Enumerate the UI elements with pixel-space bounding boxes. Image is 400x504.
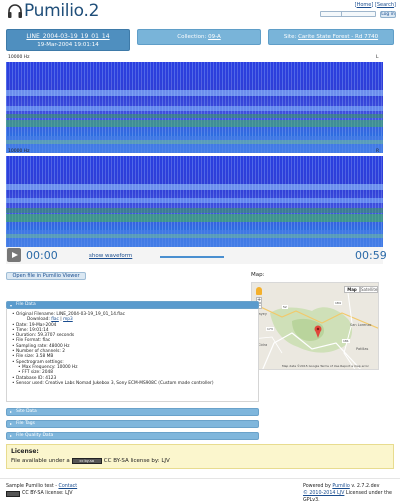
license-text-before: File available under a [11,458,70,464]
site-prefix: Site: [283,34,299,40]
total-time: 00:59 [355,249,387,262]
file-tags-title: File Tags [16,421,35,426]
license-title: License: [11,448,39,455]
map-road-label: 52 [282,305,288,309]
download-mp3-link[interactable]: mp3 [63,317,73,322]
version-text: v. 2.7.2.dev [349,484,380,489]
map-place-label: Cidra [258,343,268,347]
home-link[interactable]: Home [357,2,372,8]
playback-progress-bar[interactable] [160,256,224,258]
file-quality-header[interactable]: File Quality Data [6,432,259,440]
app-logo[interactable]: Pumilio.2 [7,2,99,20]
footer-divider [0,478,400,479]
chevron-right-icon [10,423,12,425]
file-data-panel: Original Filename: LINE_2004-03-19_19_01… [6,309,259,402]
open-viewer-button[interactable]: Open file in Pumilio Viewer [6,272,86,280]
map-road-label: 173 [266,327,274,331]
map-road-label: 184 [334,301,342,305]
file-data-title: File Data [16,302,36,307]
map-road-label: 181 [342,339,350,343]
map-type-map-button[interactable]: Map [344,286,360,293]
map-attribution: Map data ©2015 Google Terms of Use Repor… [282,364,369,368]
license-text-after: CC BY-SA license by: LJV [103,458,170,464]
cc-badge-small-icon[interactable] [6,490,20,497]
map-widget[interactable]: + − Map Satellite Cayey Cidra San Lorenz… [251,282,379,370]
headphones-icon [8,4,22,18]
collection-prefix: Collection: [177,34,209,40]
map-label: Map: [251,272,265,278]
footer-left: Sample Pumilio test - Contact CC BY-SA l… [6,483,77,497]
license-box: License: File available under a cc by-sa… [6,444,394,469]
download-flac-link[interactable]: flac [51,317,59,322]
password-input[interactable] [341,11,376,17]
spectrogram-1-freq-label: 10000 Hz [8,55,30,60]
footer-site-name: Sample Pumilio test - [6,484,59,489]
top-links: [Home] [Search] [355,2,396,8]
file-quality-title: File Quality Data [16,433,54,438]
login-button[interactable]: Log in [380,11,396,18]
app-name: Pumilio.2 [24,1,100,21]
file-datetime: 19-Mar-2004 19:01:14 [37,42,99,48]
site-data-title: Site Data [16,409,37,414]
bracket: ] [394,2,396,8]
spectrogram-2-freq-label: 10000 Hz [8,149,30,154]
chevron-right-icon [10,411,12,413]
footer-right: Powered by Pumilio v. 2.7.2.dev © 2010-2… [303,483,400,504]
license-text: File available under a cc by-sa CC BY-SA… [11,458,170,464]
spectrogram-1-channel: L [376,55,379,60]
map-place-label: Patillas [356,347,369,351]
play-button[interactable] [7,248,21,262]
current-time: 00:00 [26,249,58,262]
chevron-down-icon [10,304,12,307]
file-tab: LINE_2004-03-19_19_01_14 19-Mar-2004 19:… [6,29,130,51]
footer-license: CC BY-SA license: LJV [22,491,73,496]
map-place-label: San Lorenzo [350,323,372,327]
spectrogram-right[interactable] [6,156,383,247]
site-data-header[interactable]: Site Data [6,408,259,416]
map-type-satellite-button[interactable]: Satellite [360,286,378,293]
search-link[interactable]: Search [377,2,394,8]
collection-link[interactable]: 09-A [208,34,221,40]
site-link[interactable]: Carite State Forest - Rd 7740 [298,34,378,40]
file-data-list: Original Filename: LINE_2004-03-19_19_01… [12,312,214,386]
copyright-link[interactable]: © 2010-2014 LJV [303,491,344,496]
spectrogram-left[interactable] [6,62,383,153]
file-name-link[interactable]: LINE_2004-03-19_19_01_14 [7,33,129,40]
site-tab: Site: Carite State Forest - Rd 7740 [268,29,394,45]
show-waveform-link[interactable]: show waveform [89,253,132,259]
sensor-used: Sensor used: Creative Labs Nomad Jukebox… [12,381,214,387]
pumilio-link[interactable]: Pumilio [332,484,349,489]
powered-by-text: Powered by [303,484,333,489]
file-tags-header[interactable]: File Tags [6,420,259,428]
cc-license-badge-icon[interactable]: cc by-sa [71,458,102,464]
pegman-icon[interactable] [256,287,262,295]
download-prefix: Download: [27,317,52,323]
collection-tab: Collection: 09-A [137,29,261,45]
file-data-header[interactable]: File Data [6,301,259,309]
contact-link[interactable]: Contact [58,484,77,489]
chevron-right-icon [10,435,12,437]
spectrogram-2-channel: R [376,149,380,154]
